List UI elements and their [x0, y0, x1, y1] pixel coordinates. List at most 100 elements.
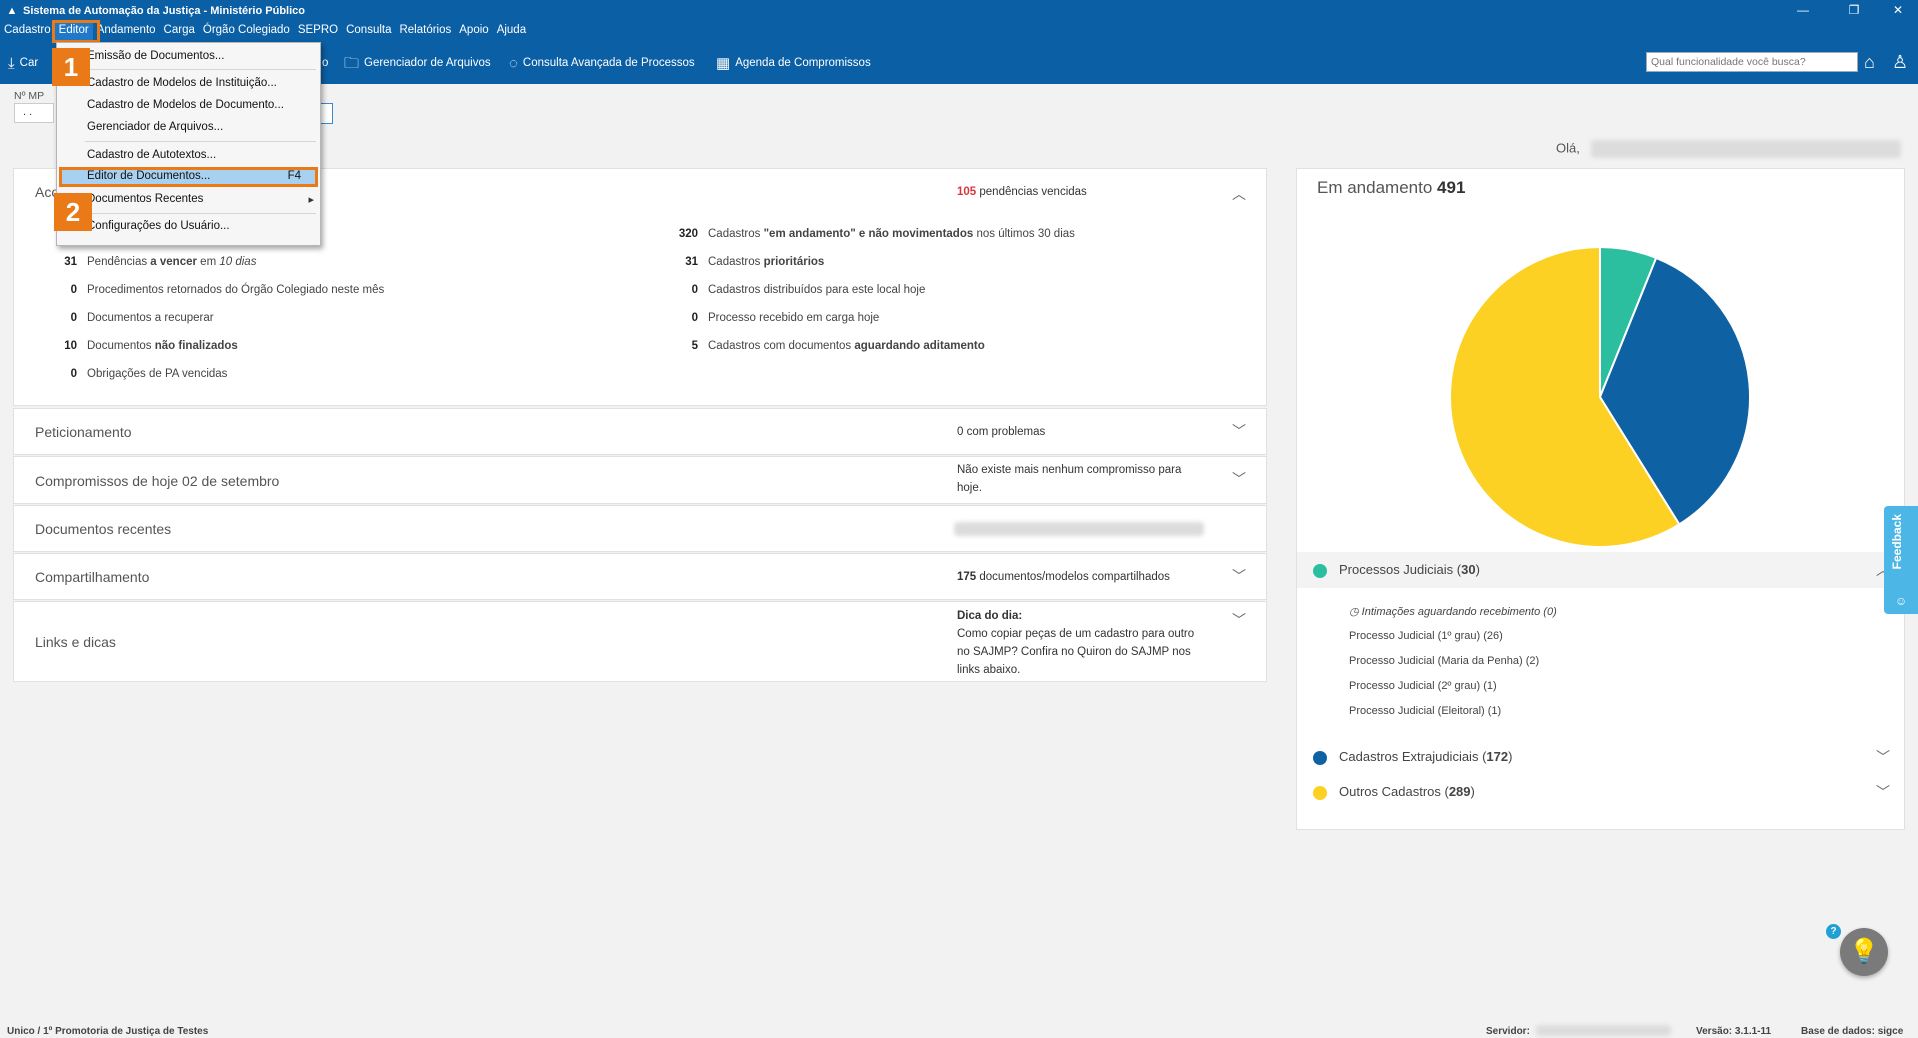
panel-documentos-recentes[interactable]: Documentos recentes [13, 505, 1267, 552]
legend-dot [1313, 751, 1327, 765]
stat-text: Cadastros distribuídos para este local h… [708, 284, 926, 296]
legend-cadastros-extrajudiciais[interactable]: Cadastros Extrajudiciais (172) ﹀ [1297, 739, 1904, 775]
servidor-redacted [1536, 1025, 1671, 1036]
search-input[interactable] [1646, 52, 1858, 72]
toolbar-agenda-button[interactable]: ▦ Agenda de Compromissos [716, 53, 871, 73]
restore-icon[interactable]: ❐ [1834, 0, 1874, 21]
sub-item[interactable]: Processo Judicial (2º grau) (1) [1349, 680, 1497, 692]
stat-text: Documentos a recuperar [87, 312, 214, 324]
expand-chevron-icon[interactable]: ﹀ [1876, 782, 1890, 802]
expand-chevron-icon[interactable]: ﹀ [1232, 469, 1246, 489]
app-logo-icon: ▲ [6, 4, 18, 17]
panel-compromissos-title: Compromissos de hoje 02 de setembro [35, 473, 280, 489]
toolbar-consulta-button[interactable]: ◌ Consulta Avançada de Processos [509, 53, 695, 73]
stat-procedimentos-retornados[interactable]: 0 Procedimentos retornados do Órgão Coleg… [47, 284, 385, 296]
legend-outros-cadastros[interactable]: Outros Cadastros (289) ﹀ [1297, 774, 1904, 810]
stat-pendencias-a-vencer[interactable]: 31 Pendências a vencer em 10 dias [47, 256, 256, 268]
panel-links-dicas[interactable]: Links e dicas Dica do dia: Como copiar p… [13, 601, 1267, 682]
menu-separator [85, 141, 316, 142]
menu-separator [85, 69, 316, 70]
help-icon[interactable]: ? [1826, 924, 1841, 939]
menu-apoio[interactable]: Apoio [455, 21, 492, 40]
menu-andamento[interactable]: Andamento [93, 21, 160, 40]
stat-cadastros-prioritarios[interactable]: 31 Cadastros prioritários [668, 256, 824, 268]
stat-bold: aguardando aditamento [854, 340, 985, 352]
stat-processo-recebido[interactable]: 0 Processo recebido em carga hoje [668, 312, 880, 324]
menu-item-configuracoes-usuario[interactable]: Configurações do Usuário... [87, 220, 230, 232]
stat-bold: a vencer [150, 256, 197, 268]
panel-links-title: Links e dicas [35, 634, 116, 650]
stat-text: nos últimos 30 dias [973, 228, 1075, 240]
toolbar-carga-label: Car [19, 57, 39, 69]
collapse-chevron-icon[interactable]: ︿ [1232, 184, 1246, 204]
toolbar-gerenciador-label: Gerenciador de Arquivos [364, 57, 491, 69]
file-manager-icon: 🗀 [344, 54, 360, 72]
user-icon[interactable]: ♙ [1892, 52, 1908, 73]
home-icon[interactable]: ⌂ [1864, 52, 1875, 73]
minimize-icon[interactable]: — [1783, 0, 1823, 21]
legend-label-text: Cadastros Extrajudiciais [1339, 749, 1479, 764]
expand-chevron-icon[interactable]: ﹀ [1232, 610, 1246, 630]
mp-input[interactable]: . . [14, 103, 54, 123]
toolbar-partial-button[interactable]: o [322, 53, 328, 73]
menu-ajuda[interactable]: Ajuda [493, 21, 530, 40]
stat-aguardando-aditamento[interactable]: 5 Cadastros com documentos aguardando adi… [668, 340, 985, 352]
expand-chevron-icon[interactable]: ﹀ [1232, 421, 1246, 441]
pendencias-vencidas-count: 105 [957, 186, 977, 198]
menu-item-modelos-documento[interactable]: Cadastro de Modelos de Documento... [87, 99, 284, 111]
status-location: Unico / 1º Promotoria de Justiça de Test… [7, 1026, 209, 1037]
sub-item-text: Intimações aguardando recebimento (0) [1361, 606, 1557, 618]
clock-icon: ◷ [1349, 606, 1359, 618]
status-base: Base de dados: sigce [1801, 1026, 1904, 1037]
menu-item-editor-documentos[interactable]: Editor de Documentos... F4 [59, 167, 318, 187]
menu-relatorios[interactable]: Relatórios [395, 21, 455, 40]
user-name-redacted [1591, 140, 1902, 158]
title-bar: ▲ Sistema de Automação da Justiça - Mini… [0, 0, 1918, 21]
pendencias-vencidas[interactable]: 105 pendências vencidas [957, 183, 1087, 201]
card-title: Em andamento 491 [1317, 178, 1465, 198]
menu-orgao-colegiado[interactable]: Órgão Colegiado [199, 21, 294, 40]
stat-obrigacoes-pa[interactable]: 0 Obrigações de PA vencidas [47, 368, 228, 380]
menu-item-modelos-instituicao[interactable]: Cadastro de Modelos de Instituição... [87, 77, 277, 89]
tip-text: Como copiar peças de um cadastro para ou… [957, 628, 1195, 676]
stat-documentos-recuperar[interactable]: 0 Documentos a recuperar [47, 312, 214, 324]
panel-compromissos[interactable]: Compromissos de hoje 02 de setembro Não … [13, 456, 1267, 504]
stat-text: em [196, 256, 220, 268]
close-icon[interactable]: ✕ [1878, 0, 1918, 21]
menu-sepro[interactable]: SEPRO [294, 21, 342, 40]
menu-item-documentos-recentes[interactable]: Documentos Recentes [87, 193, 203, 205]
feedback-tab[interactable]: Feedback ☺ [1884, 506, 1918, 614]
tip-title: Dica do dia: [957, 610, 1023, 622]
sub-item-intimacoes[interactable]: ◷ Intimações aguardando recebimento (0) [1349, 605, 1557, 618]
stat-cadastros-em-andamento[interactable]: 320 Cadastros "em andamento" e não movime… [668, 228, 1075, 240]
sub-item[interactable]: Processo Judicial (Eleitoral) (1) [1349, 705, 1501, 717]
menu-consulta[interactable]: Consulta [342, 21, 395, 40]
menu-cadastro[interactable]: Cadastro [0, 21, 55, 40]
panel-peticionamento[interactable]: Peticionamento 0 com problemas ﹀ [13, 408, 1267, 455]
toolbar-gerenciador-button[interactable]: 🗀 Gerenciador de Arquivos [344, 53, 491, 73]
stat-text: Cadastros [708, 228, 764, 240]
expand-chevron-icon[interactable]: ﹀ [1876, 747, 1890, 767]
status-bar: Unico / 1º Promotoria de Justiça de Test… [0, 1024, 1918, 1038]
stat-cadastros-distribuidos[interactable]: 0 Cadastros distribuídos para este local … [668, 284, 926, 296]
sub-item[interactable]: Processo Judicial (1º grau) (26) [1349, 630, 1503, 642]
legend-processos-judiciais[interactable]: Processos Judiciais (30) ︿ [1297, 552, 1904, 588]
menu-item-gerenciador-arquivos[interactable]: Gerenciador de Arquivos... [87, 121, 223, 133]
stat-bold: não finalizados [154, 340, 238, 352]
editor-dropdown-menu: Emissão de Documentos... Cadastro de Mod… [56, 42, 321, 246]
menu-item-emissao-documentos[interactable]: Emissão de Documentos... [87, 50, 224, 62]
menu-carga[interactable]: Carga [160, 21, 199, 40]
window-title: Sistema de Automação da Justiça - Minist… [23, 4, 305, 17]
greeting-text: Olá, [1556, 140, 1580, 156]
download-icon: ⤓ [8, 54, 15, 72]
panel-documentos-title: Documentos recentes [35, 521, 172, 537]
lightbulb-icon[interactable]: 💡 [1840, 928, 1888, 976]
toolbar-partial-label: o [322, 57, 329, 69]
stat-documentos-nao-finalizados[interactable]: 10 Documentos não finalizados [47, 340, 238, 352]
sub-item[interactable]: Processo Judicial (Maria da Penha) (2) [1349, 655, 1539, 667]
expand-chevron-icon[interactable]: ﹀ [1232, 566, 1246, 586]
menu-item-autotextos[interactable]: Cadastro de Autotextos... [87, 149, 216, 161]
toolbar-carga-button[interactable]: ⤓ Car [8, 53, 38, 73]
toolbar-consulta-label: Consulta Avançada de Processos [522, 57, 695, 69]
panel-compartilhamento[interactable]: Compartilhamento 175 documentos/modelos … [13, 553, 1267, 600]
